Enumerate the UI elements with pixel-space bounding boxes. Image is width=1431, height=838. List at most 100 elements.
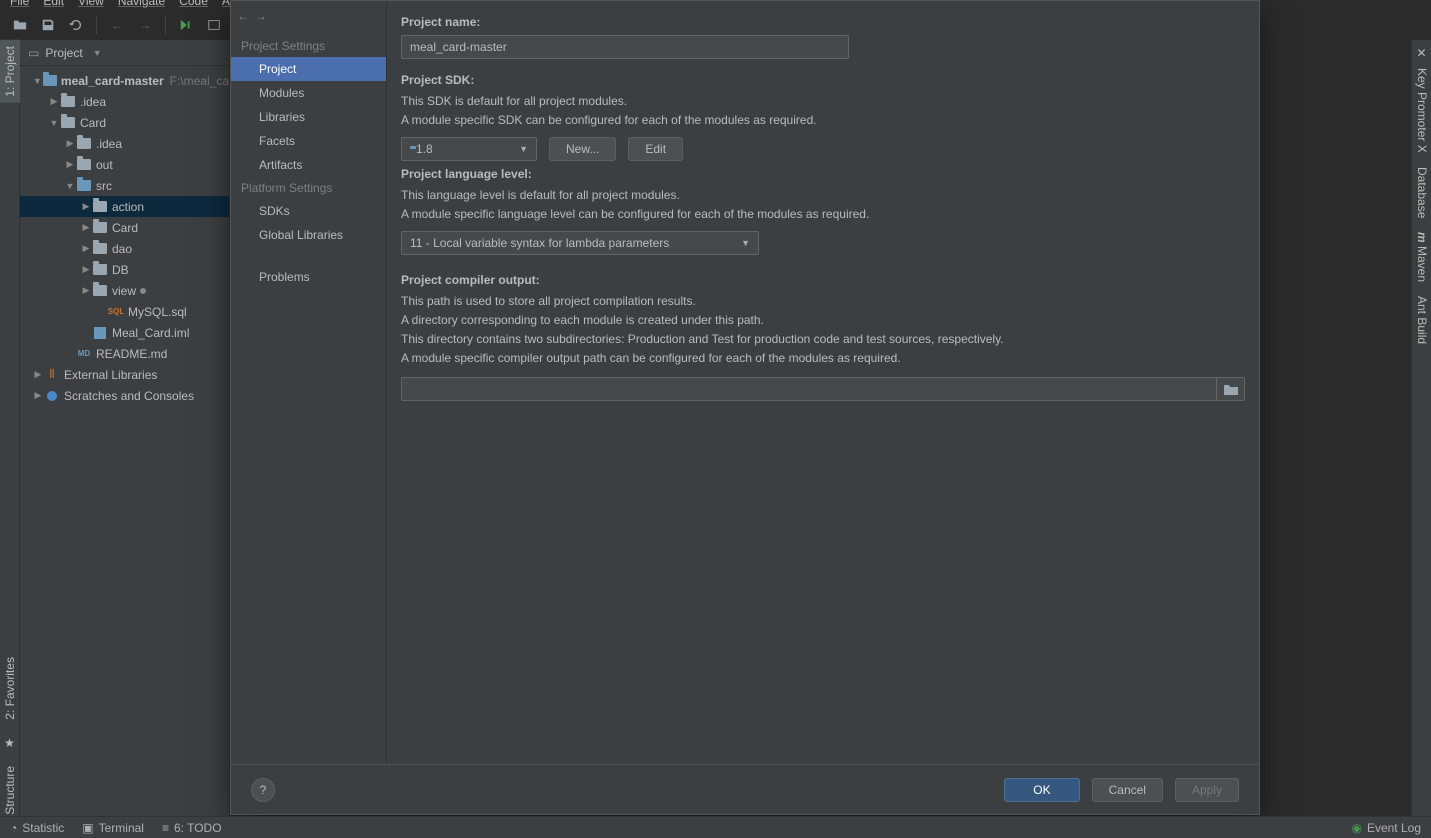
tree-extlib[interactable]: ▶⫴External Libraries — [20, 364, 229, 385]
tree-card-idea[interactable]: ▶.idea — [20, 133, 229, 154]
menu-edit[interactable]: Edit — [43, 0, 64, 8]
list-icon: ≡ — [162, 821, 169, 835]
sidebar-item-global-libraries[interactable]: Global Libraries — [231, 223, 386, 247]
browse-folder-button[interactable] — [1217, 377, 1245, 401]
chevron-down-icon: ▼ — [519, 144, 528, 154]
tree-scratches[interactable]: ▶Scratches and Consoles — [20, 385, 229, 406]
tree-db[interactable]: ▶DB — [20, 259, 229, 280]
terminal-tool-tab[interactable]: ▣Terminal — [82, 821, 144, 835]
sql-file-icon: SQL — [108, 304, 124, 320]
database-tool-tab[interactable]: Database — [1412, 161, 1431, 224]
md-file-icon: MD — [76, 346, 92, 362]
project-tree[interactable]: ▼meal_card-masterF:\meal_ca ▶.idea ▼Card… — [20, 66, 229, 406]
new-sdk-button[interactable]: New... — [549, 137, 616, 161]
sidebar-item-project[interactable]: Project — [231, 57, 386, 81]
label-project-sdk: Project SDK: — [401, 73, 1245, 87]
project-tool-window: ▭ Project ▼ ▼meal_card-masterF:\meal_ca … — [20, 40, 230, 816]
menu-navigate[interactable]: Navigate — [118, 0, 165, 8]
label-project-name: Project name: — [401, 15, 1245, 29]
menu-code[interactable]: Code — [179, 0, 208, 8]
dialog-nav-arrows: ← → — [233, 3, 259, 29]
sidebar-group-platform-settings: Platform Settings — [231, 177, 386, 199]
edit-sdk-button[interactable]: Edit — [628, 137, 683, 161]
close-icon[interactable]: ✕ — [1412, 40, 1431, 60]
chevron-down-icon: ▼ — [741, 238, 750, 248]
ok-button[interactable]: OK — [1004, 778, 1079, 802]
left-tool-stripe: 1: Project 2: Favorites ★ 7: Structure — [0, 40, 20, 838]
tree-readme[interactable]: MDREADME.md — [20, 343, 229, 364]
dialog-back-icon[interactable]: ← — [237, 7, 249, 25]
build-icon[interactable] — [176, 15, 196, 35]
balloon-icon: ◉ — [1351, 821, 1361, 835]
project-structure-dialog: ← → Project Settings Project Modules Lib… — [230, 0, 1260, 815]
compiler-output-input[interactable] — [401, 377, 1217, 401]
nav-back-icon[interactable]: ← — [107, 15, 127, 35]
tree-card[interactable]: ▼Card — [20, 112, 229, 133]
sidebar-item-artifacts[interactable]: Artifacts — [231, 153, 386, 177]
label-language-level: Project language level: — [401, 167, 1245, 181]
co-desc-3: This directory contains two subdirectori… — [401, 331, 1245, 348]
menu-view[interactable]: View — [78, 0, 104, 8]
co-desc-2: A directory corresponding to each module… — [401, 312, 1245, 329]
project-name-input[interactable] — [401, 35, 849, 59]
tree-card-pkg[interactable]: ▶Card — [20, 217, 229, 238]
dialog-forward-icon[interactable]: → — [255, 7, 267, 25]
tree-src[interactable]: ▼src — [20, 175, 229, 196]
bottom-tool-stripe: ◔Statistic ▣Terminal ≡6: TODO ◉Event Log — [0, 816, 1431, 838]
dialog-footer: ? OK Cancel Apply — [231, 764, 1259, 814]
sidebar-item-sdks[interactable]: SDKs — [231, 199, 386, 223]
sidebar-group-project-settings: Project Settings — [231, 35, 386, 57]
co-desc-1: This path is used to store all project c… — [401, 293, 1245, 310]
project-tool-tab[interactable]: 1: Project — [0, 40, 20, 103]
keypromoter-tool-tab[interactable]: Key Promoter X — [1412, 62, 1431, 159]
favorites-tool-tab[interactable]: 2: Favorites — [0, 651, 20, 726]
scratches-icon — [44, 388, 60, 404]
tree-dao[interactable]: ▶dao — [20, 238, 229, 259]
tree-root[interactable]: ▼meal_card-masterF:\meal_ca — [20, 70, 229, 91]
terminal-icon: ▣ — [82, 821, 93, 835]
menu-file[interactable]: File — [10, 0, 29, 8]
sidebar-item-modules[interactable]: Modules — [231, 81, 386, 105]
dialog-content: Project name: Project SDK: This SDK is d… — [387, 1, 1259, 764]
todo-tool-tab[interactable]: ≡6: TODO — [162, 821, 222, 835]
project-tool-header[interactable]: ▭ Project ▼ — [20, 40, 229, 66]
iml-file-icon — [92, 325, 108, 341]
right-tool-stripe: ✕ Key Promoter X Database m Maven Ant Bu… — [1411, 40, 1431, 838]
maven-tool-tab[interactable]: m Maven — [1412, 226, 1431, 288]
chevron-down-icon[interactable]: ▼ — [93, 48, 102, 58]
project-tool-title: Project — [45, 46, 82, 60]
sidebar-item-facets[interactable]: Facets — [231, 129, 386, 153]
dialog-sidebar: Project Settings Project Modules Librari… — [231, 1, 387, 764]
run-target-icon[interactable] — [204, 15, 224, 35]
nav-forward-icon[interactable]: → — [135, 15, 155, 35]
refresh-icon[interactable] — [66, 15, 86, 35]
folder-icon — [1224, 383, 1238, 395]
help-button[interactable]: ? — [251, 778, 275, 802]
tree-out[interactable]: ▶out — [20, 154, 229, 175]
sidebar-item-problems[interactable]: Problems — [231, 265, 386, 289]
open-icon[interactable] — [10, 15, 30, 35]
save-icon[interactable] — [38, 15, 58, 35]
tree-mysql[interactable]: SQLMySQL.sql — [20, 301, 229, 322]
tree-view[interactable]: ▶view — [20, 280, 229, 301]
tree-action[interactable]: ▶action — [20, 196, 229, 217]
tree-idea[interactable]: ▶.idea — [20, 91, 229, 112]
ll-desc-2: A module specific language level can be … — [401, 206, 1245, 223]
chart-icon: ◔ — [10, 821, 17, 835]
label-compiler-output: Project compiler output: — [401, 273, 1245, 287]
sdk-desc-2: A module specific SDK can be configured … — [401, 112, 1245, 129]
cancel-button[interactable]: Cancel — [1092, 778, 1163, 802]
statistic-tool-tab[interactable]: ◔Statistic — [10, 821, 64, 835]
sdk-combo[interactable]: 1.8 ▼ — [401, 137, 537, 161]
event-log-tab[interactable]: ◉Event Log — [1351, 821, 1421, 835]
project-view-icon: ▭ — [28, 46, 39, 60]
sdk-desc-1: This SDK is default for all project modu… — [401, 93, 1245, 110]
antbuild-tool-tab[interactable]: Ant Build — [1412, 290, 1431, 350]
apply-button[interactable]: Apply — [1175, 778, 1239, 802]
co-desc-4: A module specific compiler output path c… — [401, 350, 1245, 367]
ll-desc-1: This language level is default for all p… — [401, 187, 1245, 204]
sidebar-item-libraries[interactable]: Libraries — [231, 105, 386, 129]
tree-iml[interactable]: Meal_Card.iml — [20, 322, 229, 343]
libraries-icon: ⫴ — [44, 367, 60, 383]
language-level-combo[interactable]: 11 - Local variable syntax for lambda pa… — [401, 231, 759, 255]
